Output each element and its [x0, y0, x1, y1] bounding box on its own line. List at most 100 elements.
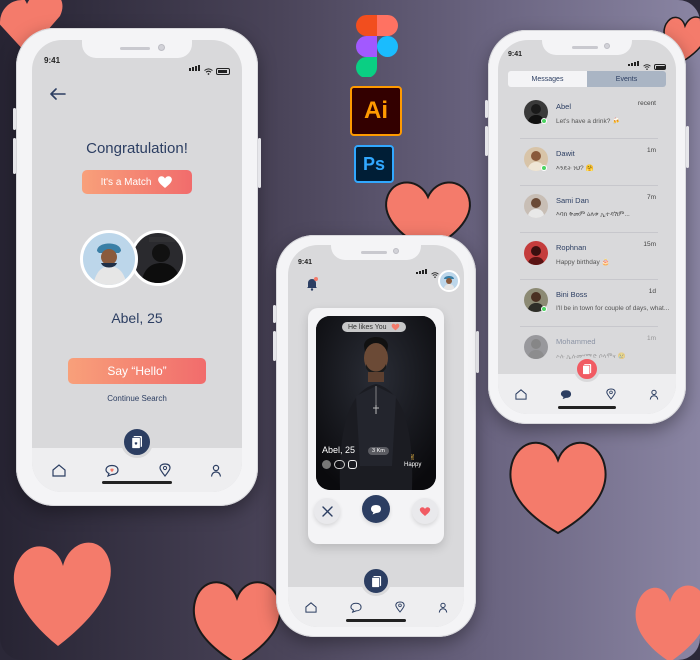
matched-user-avatar	[130, 230, 186, 286]
heart-decoration-right	[509, 441, 607, 535]
message-row[interactable]: Abel Let's have a drink? 🍻 recent	[498, 100, 676, 146]
online-indicator	[541, 118, 547, 124]
battery-icon	[216, 68, 230, 75]
chat-heart-icon	[349, 602, 362, 613]
message-button[interactable]	[362, 495, 390, 523]
contact-name: Dawit	[556, 149, 575, 158]
person-icon	[211, 464, 222, 477]
mood-label: Happy	[404, 462, 422, 468]
mood-indicator: ✌ Happy	[404, 453, 421, 468]
mood-emoji-icon: ✌	[409, 453, 417, 462]
status-time: 9:41	[508, 51, 523, 58]
signal-icon	[628, 51, 640, 70]
message-preview: እባክ ቅመም ዕለቱ ኢተዳሽም...	[556, 211, 630, 218]
status-icons	[189, 56, 230, 75]
battery-icon	[654, 64, 666, 70]
message-time: 7m	[646, 194, 656, 201]
message-time: 1d	[648, 288, 656, 295]
phone-match-screen: 9:41 Congratulation! It's a Match Abel, …	[13, 28, 261, 506]
chat-icon[interactable]	[322, 460, 331, 469]
home-icon	[52, 463, 66, 477]
likes-you-badge: He likes You	[342, 322, 406, 332]
status-icons	[628, 51, 666, 70]
wifi-icon	[643, 64, 651, 70]
message-preview: Let's have a drink? 🍻	[556, 118, 621, 125]
location-pin-icon	[606, 388, 616, 400]
cards-icon	[582, 364, 592, 375]
figma-logo-icon	[356, 15, 398, 77]
message-preview: እንዴት ነህ? 🤗	[556, 165, 594, 172]
status-time: 9:41	[44, 56, 61, 65]
profile-name-age: Abel, 25	[322, 445, 356, 455]
heart-icon	[158, 176, 173, 188]
message-preview: Happy birthday 🎂	[556, 259, 610, 266]
tab-profile[interactable]	[649, 389, 659, 400]
matched-name-age: Abel, 25	[111, 310, 163, 326]
cards-icon	[370, 575, 381, 588]
showcase-canvas: Ai Ps 9:41 Congratulation! It's a Match …	[0, 0, 700, 660]
tab-profile[interactable]	[210, 464, 222, 477]
location-pin-icon	[394, 601, 405, 613]
its-a-match-label: It's a Match	[100, 176, 152, 188]
contact-name: Abel	[556, 102, 572, 111]
signal-icon	[189, 56, 201, 75]
tab-location[interactable]	[394, 601, 405, 613]
tab-messages-segment[interactable]: Messages	[508, 71, 587, 87]
tab-location[interactable]	[159, 463, 171, 477]
tab-events-segment[interactable]: Events	[587, 71, 666, 87]
my-profile-avatar[interactable]	[438, 270, 460, 292]
notification-bell-icon[interactable]	[306, 277, 318, 291]
cards-fab-button[interactable]	[361, 566, 391, 596]
say-hello-button[interactable]: Say “Hello”	[68, 358, 206, 384]
wifi-icon	[204, 68, 213, 75]
link-icon[interactable]	[334, 460, 345, 469]
phone-messages-screen: 9:41 Messages Events Abel Let's have a d…	[485, 30, 689, 424]
instagram-icon[interactable]	[348, 460, 357, 469]
tab-messages[interactable]	[105, 464, 119, 477]
tab-location[interactable]	[606, 388, 616, 400]
likes-you-label: He likes You	[348, 323, 387, 331]
messages-events-toggle: Messages Events	[508, 71, 666, 87]
home-indicator	[102, 481, 172, 484]
phone-swipe-screen: 9:41 He likes You Abel, 25 3 Km ✌ Happy	[273, 235, 479, 637]
message-row[interactable]: Dawit እንዴት ነህ? 🤗 1m	[498, 147, 676, 193]
tab-home[interactable]	[304, 601, 317, 613]
close-icon	[321, 505, 333, 517]
contact-avatar	[524, 241, 548, 265]
its-a-match-badge: It's a Match	[82, 170, 192, 194]
home-indicator	[346, 619, 406, 622]
like-button[interactable]	[412, 498, 438, 524]
photoshop-logo-icon: Ps	[354, 145, 394, 183]
message-row[interactable]: Rophnan Happy birthday 🎂 15m	[498, 241, 676, 287]
contact-name: Rophnan	[556, 243, 587, 252]
heart-icon	[419, 506, 431, 516]
chat-bubble-icon	[561, 389, 572, 399]
message-row[interactable]: Bini Boss I'll be in town for couple of …	[498, 288, 676, 334]
cards-icon	[131, 436, 142, 449]
heart-decoration-bottom-left	[13, 542, 111, 646]
message-time: recent	[637, 100, 656, 107]
contact-avatar	[524, 194, 548, 218]
tab-messages[interactable]	[560, 389, 572, 400]
continue-search-link[interactable]: Continue Search	[32, 394, 242, 403]
heart-decoration-bottom-right	[635, 585, 700, 660]
say-hello-label: Say “Hello”	[107, 364, 167, 378]
location-pin-icon	[159, 463, 171, 477]
photoshop-logo-text: Ps	[362, 153, 386, 174]
signal-icon	[416, 259, 428, 278]
person-icon	[438, 602, 447, 613]
tab-home[interactable]	[515, 388, 527, 400]
message-time: 15m	[643, 241, 656, 248]
profile-card[interactable]: He likes You Abel, 25 3 Km ✌ Happy	[308, 308, 444, 544]
online-indicator	[541, 165, 547, 171]
tab-messages[interactable]	[349, 602, 362, 613]
dislike-button[interactable]	[314, 498, 340, 524]
message-row[interactable]: Sami Dan እባክ ቅመም ዕለቱ ኢተዳሽም... 7m	[498, 194, 676, 240]
back-arrow-icon[interactable]	[50, 88, 66, 100]
home-icon	[304, 601, 317, 613]
tab-home[interactable]	[52, 463, 66, 477]
home-indicator	[558, 406, 616, 409]
tab-profile[interactable]	[438, 602, 448, 613]
cards-fab-button[interactable]	[574, 356, 600, 382]
cards-fab-button[interactable]	[121, 426, 153, 458]
